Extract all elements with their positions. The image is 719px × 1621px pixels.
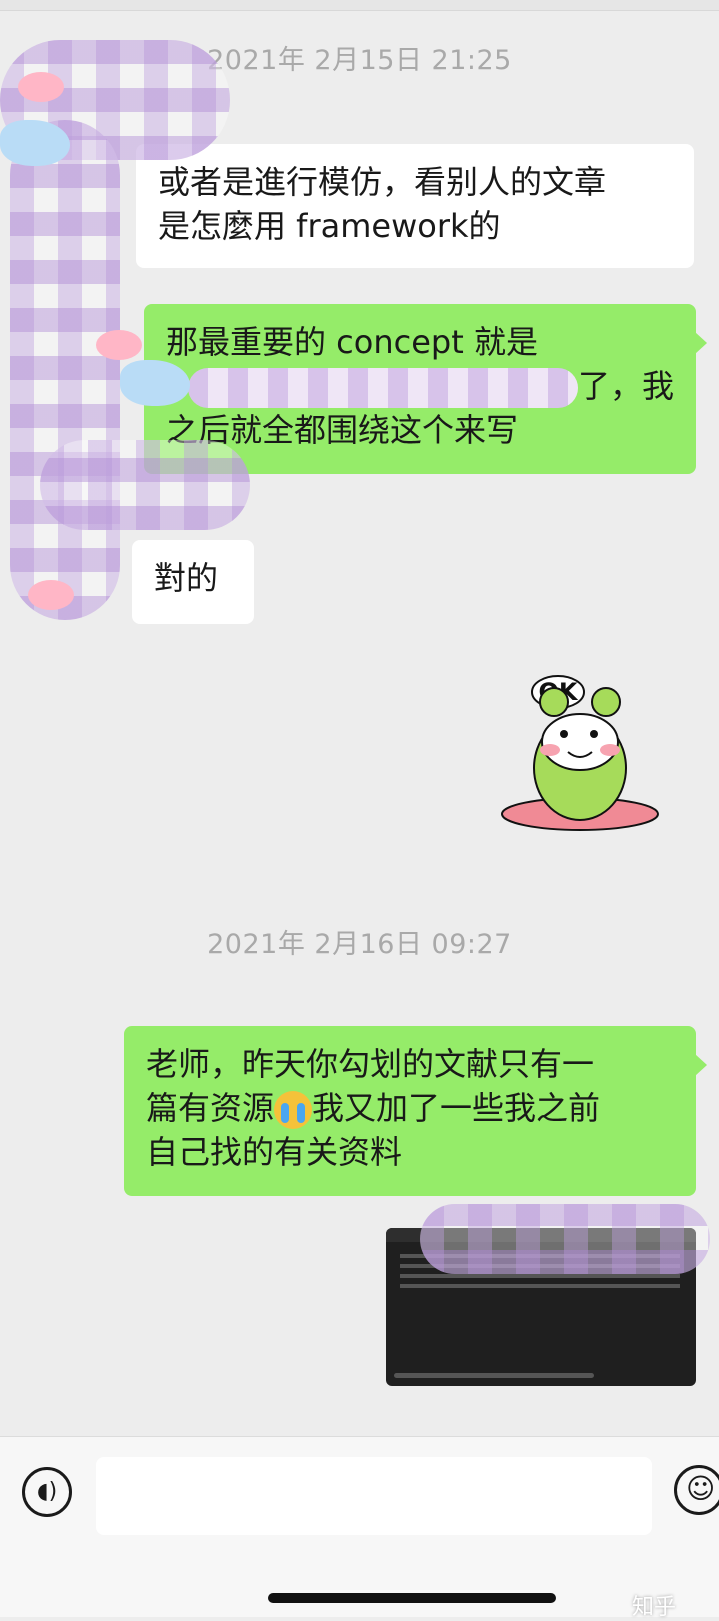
message-text: 或者是進行模仿，看别人的文章 (158, 163, 607, 201)
emoji-icon[interactable]: ☺ (674, 1465, 719, 1515)
sticker-blush (96, 330, 142, 360)
thumb-scrollbar (394, 1373, 594, 1378)
timestamp: 2021年 2月16日 09:27 (207, 929, 512, 960)
sticker-wing (0, 120, 70, 166)
message-bubble-incoming[interactable]: 或者是進行模仿，看别人的文章 是怎麼用 framework的 (136, 144, 694, 268)
message-text: 老师，昨天你勾划的文献只有一 (146, 1045, 595, 1083)
thumb-row (400, 1274, 680, 1278)
privacy-sticker (40, 440, 250, 530)
home-indicator[interactable] (268, 1593, 556, 1603)
frog-icon: OK (501, 675, 659, 831)
message-text: 我又加了一些我之前 (312, 1089, 601, 1127)
message-text: 之后就全都围绕这个来写 (166, 411, 519, 449)
message-text: 篇有资源 (146, 1089, 275, 1127)
privacy-sticker (420, 1204, 710, 1274)
message-text: 對的 (154, 559, 219, 597)
message-text: 自己找的有关资料 (146, 1133, 403, 1171)
voice-icon[interactable]: ◖) (22, 1467, 72, 1517)
chat-input-bar: ◖) ☺ 知乎 (0, 1436, 719, 1620)
sticker-blush (18, 72, 64, 102)
watermark: 知乎 (632, 1595, 677, 1620)
message-bubble-incoming[interactable]: 對的 (132, 540, 254, 624)
thumb-row (400, 1284, 680, 1288)
frog-ok-sticker[interactable]: OK (488, 672, 668, 832)
crying-emoji-icon (274, 1091, 313, 1129)
message-bubble-outgoing[interactable]: 老师，昨天你勾划的文献只有一 篇有资源 我又加了一些我之前 自己找的有关资料 (124, 1026, 707, 1196)
message-input[interactable] (96, 1457, 652, 1535)
message-text: 那最重要的 concept 就是 (166, 323, 538, 361)
privacy-sticker (10, 120, 120, 620)
message-text: 是怎麼用 framework的 (158, 207, 501, 245)
sticker-wing (120, 360, 190, 406)
bubble-tail (695, 1054, 707, 1076)
top-divider (0, 0, 719, 11)
sticker-blush (28, 580, 74, 610)
message-text: 了，我 (577, 367, 674, 405)
redaction-mark (187, 368, 578, 408)
bubble-tail (695, 332, 707, 354)
